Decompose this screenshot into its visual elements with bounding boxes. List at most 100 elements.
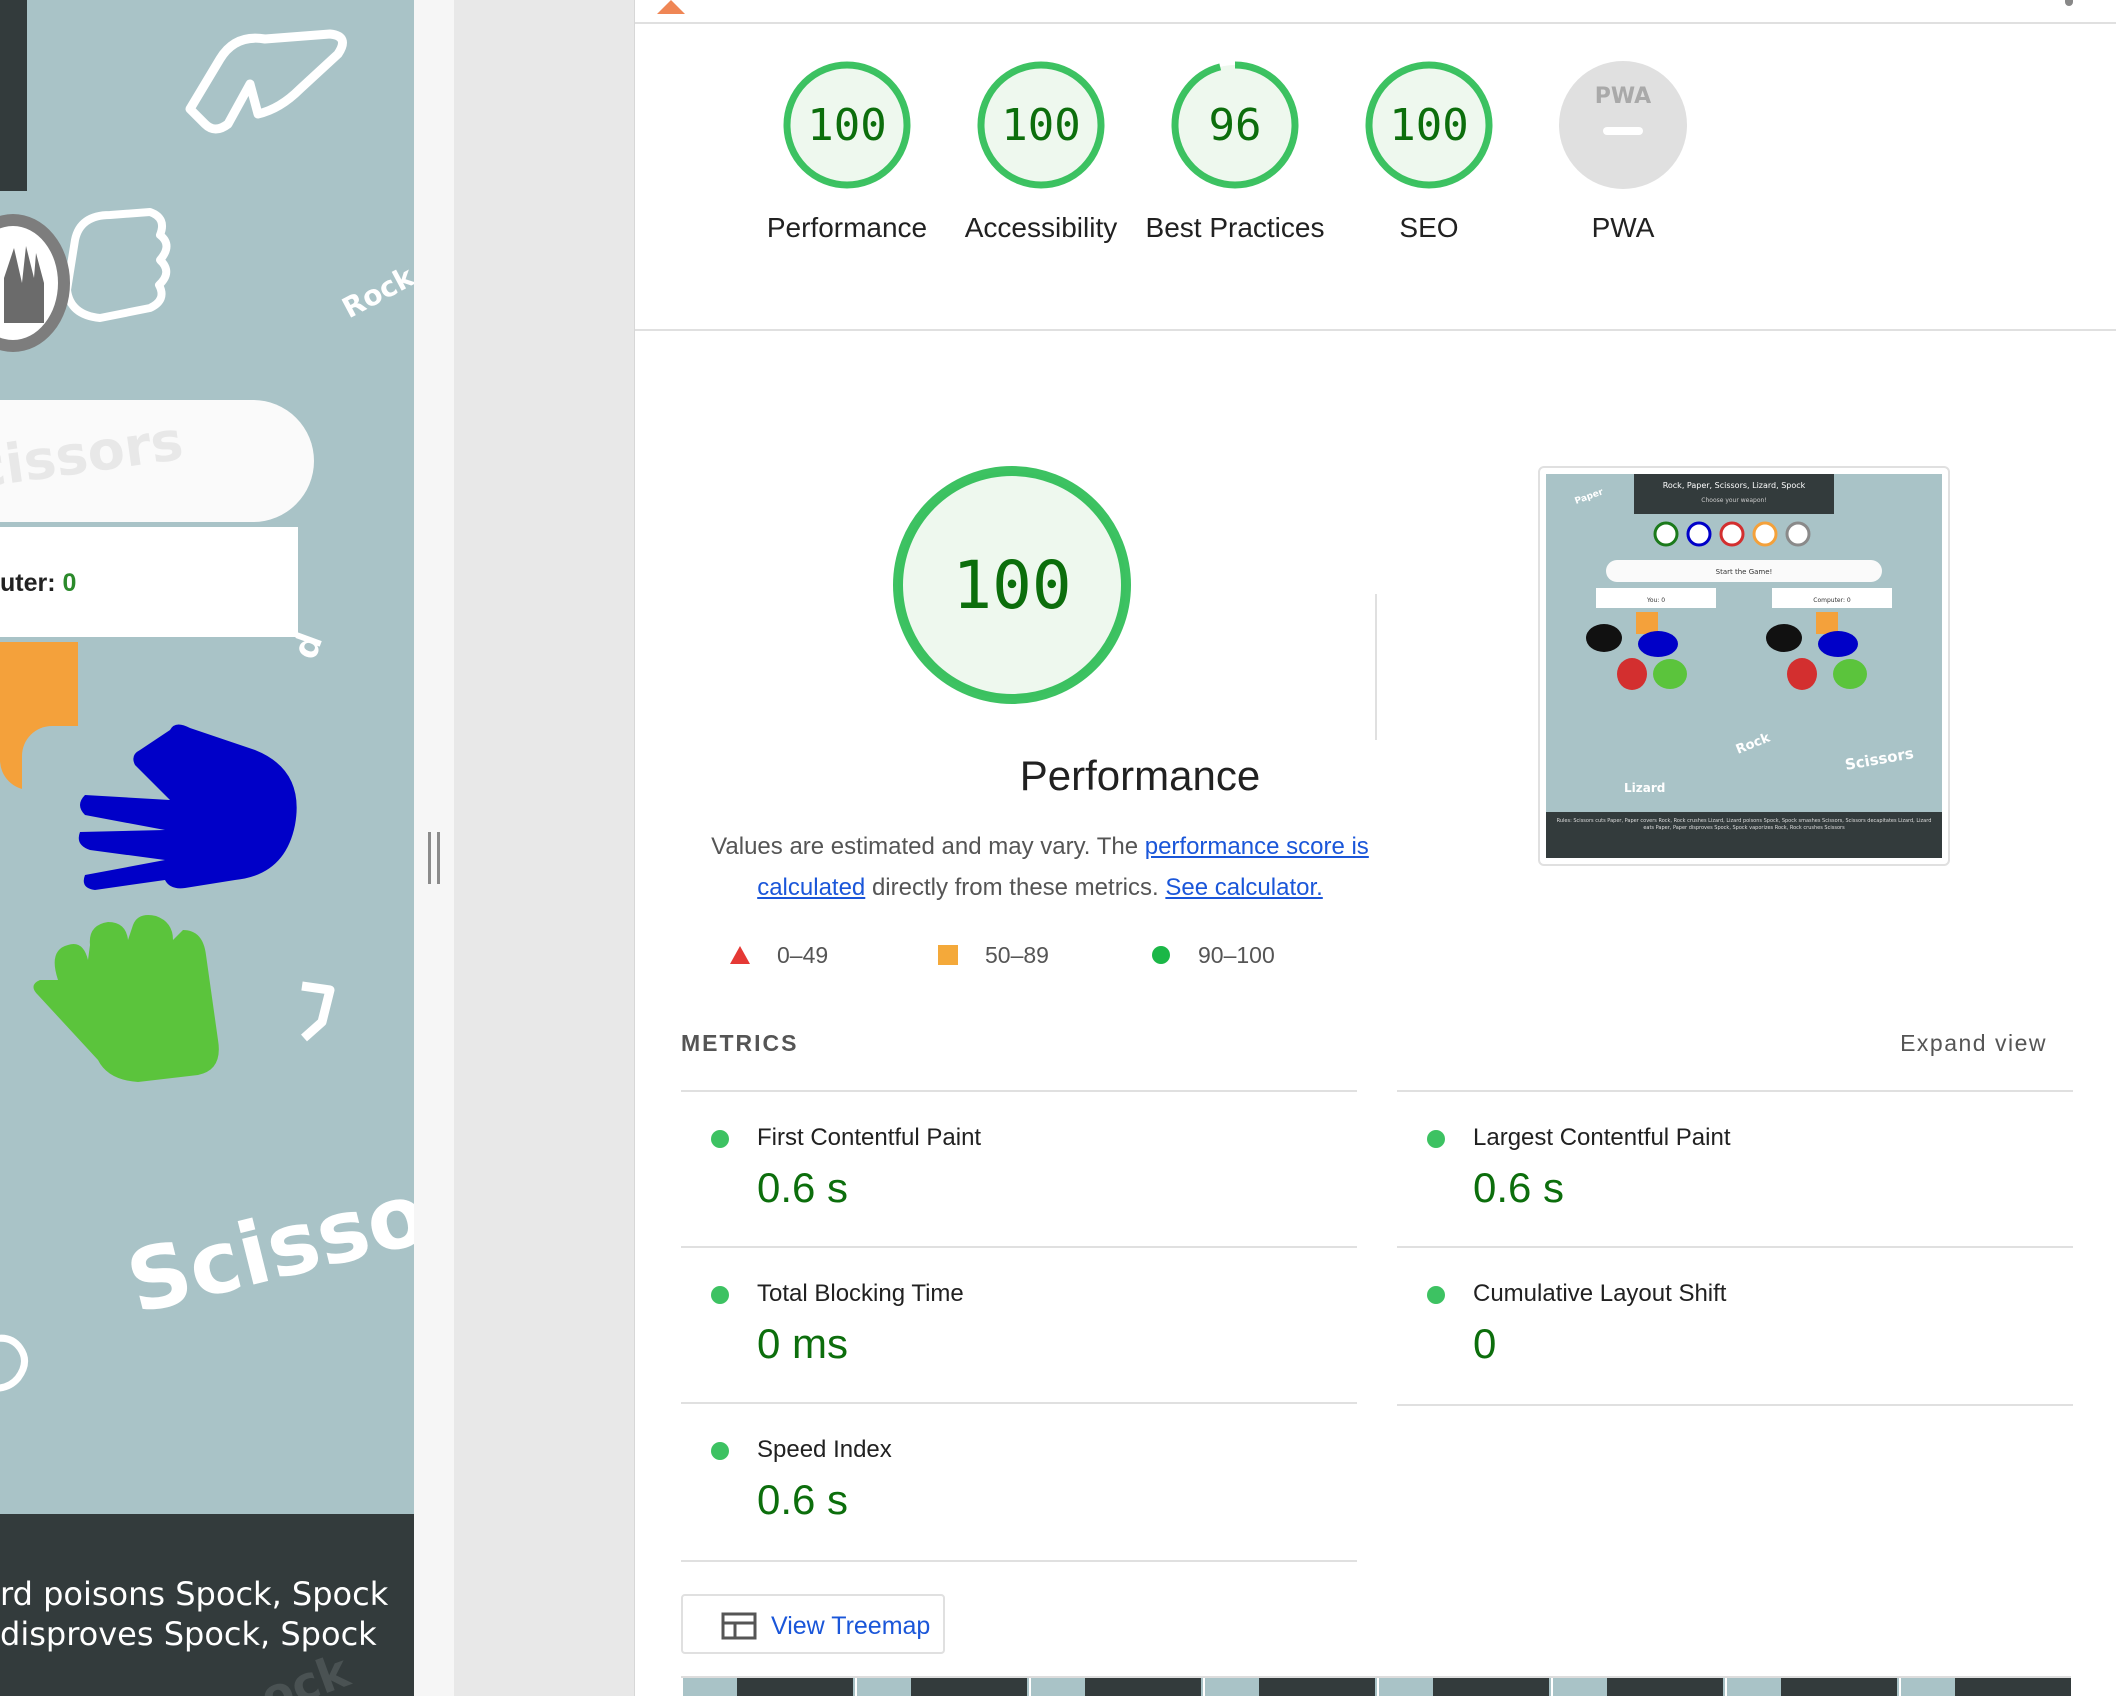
blue-hand-icon[interactable]	[75, 720, 305, 900]
thumb-subtitle: Choose your weapon!	[1701, 497, 1766, 504]
pwa-badge-text: PWA	[1595, 84, 1651, 109]
scale-range: 90–100	[1198, 942, 1275, 968]
performance-description: Values are estimated and may vary. The p…	[675, 826, 1405, 908]
filmstrip-frame	[1377, 1678, 1549, 1696]
average-square-icon	[938, 945, 958, 965]
summary-divider	[635, 329, 2116, 331]
performance-desc-prefix: Values are estimated and may vary. The	[711, 833, 1145, 860]
thumb-you: You: 0	[1646, 597, 1665, 604]
thumb-start: Start the Game!	[1716, 568, 1773, 576]
metric-value: 0.6 s	[757, 1164, 849, 1211]
score-gauge-value: 100	[1389, 100, 1468, 151]
rules-line-2: disproves Spock, Spock	[0, 1615, 377, 1653]
report-topbar	[635, 0, 2116, 24]
metric-name: Largest Contentful Paint	[1473, 1124, 1731, 1151]
score-gauge-3[interactable]: 100 SEO	[1334, 60, 1524, 248]
pass-circle-icon	[711, 1442, 729, 1460]
filmstrip-frame	[1899, 1678, 2071, 1696]
fist-outline-icon-small	[0, 1334, 28, 1392]
spock-choice-button[interactable]	[0, 214, 70, 352]
score-gauge-1[interactable]: 100 Accessibility	[946, 60, 1136, 248]
rock-watermark: Rock	[336, 260, 414, 325]
metric-value: 0	[1473, 1320, 1497, 1367]
score-gauge-value: 100	[807, 100, 886, 151]
expand-view-button[interactable]: Expand view	[1900, 1030, 2047, 1057]
see-calculator-link[interactable]: See calculator.	[1165, 874, 1322, 901]
rules-footer: rd poisons Spock, Spock disproves Spock,…	[0, 1514, 414, 1696]
final-screenshot[interactable]: Rock, Paper, Scissors, Lizard, Spock Cho…	[1538, 466, 1950, 866]
metric-item: First Contentful Paint 0.6 s	[681, 1090, 1357, 1248]
filmstrip-frame	[1029, 1678, 1201, 1696]
preview-topbar	[0, 0, 27, 191]
score-gauge-0[interactable]: 100 Performance	[752, 60, 942, 248]
score-gauge-ring: 100	[1365, 61, 1493, 189]
view-treemap-label: View Treemap	[771, 1612, 931, 1640]
score-gauge-value: 100	[1001, 100, 1080, 151]
metric-item: Cumulative Layout Shift 0	[1397, 1246, 2073, 1406]
pass-circle-icon	[1427, 1130, 1445, 1148]
start-button-label: Scissors	[0, 408, 187, 507]
filmstrip-frame	[1551, 1678, 1723, 1696]
performance-title: Performance	[1019, 752, 1261, 799]
score-gauge-label: SEO	[1399, 212, 1459, 243]
computer-score-value: 0	[62, 569, 77, 597]
metric-value: 0.6 s	[1473, 1164, 1565, 1211]
section-divider-vertical	[1375, 594, 1377, 740]
score-gauge-label: Best Practices	[1145, 212, 1325, 243]
scale-item-circle: 90–100	[1150, 942, 1275, 976]
scale-range: 0–49	[777, 942, 829, 968]
fail-triangle-icon	[730, 946, 750, 964]
splitter-handle[interactable]	[428, 832, 440, 884]
performance-gauge-large: 100	[893, 466, 1131, 704]
treemap-icon	[721, 1612, 757, 1640]
page-preview: Rock Scissors uter: 0 d Scisso rd poison…	[0, 0, 414, 1696]
score-gauge-label: Accessibility	[964, 212, 1118, 243]
pass-circle-icon	[711, 1286, 729, 1304]
thumb-wm-lizard: Lizard	[1624, 781, 1665, 795]
metric-item: Largest Contentful Paint 0.6 s	[1397, 1090, 2073, 1248]
pass-circle-icon	[1427, 1286, 1445, 1304]
start-game-button[interactable]: Scissors	[0, 400, 314, 522]
metric-name: Speed Index	[757, 1436, 892, 1463]
d-watermark: d	[285, 627, 332, 665]
score-gauge-ring: 96	[1171, 61, 1299, 189]
performance-desc-middle: directly from these metrics.	[865, 874, 1166, 901]
rock-watermark-bottom: ock	[253, 1643, 357, 1696]
metric-name: Cumulative Layout Shift	[1473, 1280, 1727, 1307]
spock-hand-icon	[4, 246, 44, 323]
lighthouse-logo-icon	[657, 0, 685, 14]
rules-line-1: rd poisons Spock, Spock	[0, 1575, 389, 1613]
view-treemap-button[interactable]: View Treemap	[681, 1594, 945, 1654]
score-gauge-2[interactable]: 96 Best Practices	[1140, 60, 1330, 248]
metric-item: Total Blocking Time 0 ms	[681, 1246, 1357, 1404]
metric-value: 0.6 s	[757, 1476, 849, 1523]
spock-outline-icon	[301, 981, 335, 1042]
score-gauge-value: 96	[1209, 100, 1262, 151]
thumb-rules: Rules: Scissors cuts Paper, Paper covers…	[1556, 818, 1932, 831]
lighthouse-report: 100 Performance 100 Accessibility 96 Best Pra…	[634, 0, 2116, 1696]
filmstrip	[681, 1676, 2071, 1696]
performance-gauge-large-value: 100	[952, 547, 1071, 624]
metric-item: Speed Index 0.6 s	[681, 1402, 1357, 1562]
hand-outline-icon	[185, 29, 347, 134]
filmstrip-frame	[1725, 1678, 1897, 1696]
metrics-heading: METRICS	[681, 1030, 799, 1056]
score-gauge-ring: 100	[977, 61, 1105, 189]
scale-item-triangle: 0–49	[729, 942, 828, 976]
pwa-gauge-icon: PWA	[1559, 61, 1687, 189]
score-gauge-4[interactable]: PWA PWA	[1528, 60, 1718, 248]
more-options-icon[interactable]	[2065, 0, 2073, 6]
filmstrip-frame	[681, 1678, 853, 1696]
filmstrip-frame	[1203, 1678, 1375, 1696]
computer-score-label: uter:	[0, 569, 56, 597]
computer-score-box: uter: 0	[0, 527, 298, 637]
thumb-title: Rock, Paper, Scissors, Lizard, Spock	[1663, 481, 1806, 490]
score-gauge-label: Performance	[766, 212, 928, 243]
score-gauge-ring: 100	[783, 61, 911, 189]
score-gauge-label: PWA	[1591, 212, 1655, 243]
scale-range: 50–89	[985, 942, 1049, 968]
metric-name: First Contentful Paint	[757, 1124, 982, 1151]
orange-hand-notch	[22, 726, 78, 796]
metric-name: Total Blocking Time	[757, 1280, 964, 1307]
green-hand-icon[interactable]	[28, 910, 228, 1085]
